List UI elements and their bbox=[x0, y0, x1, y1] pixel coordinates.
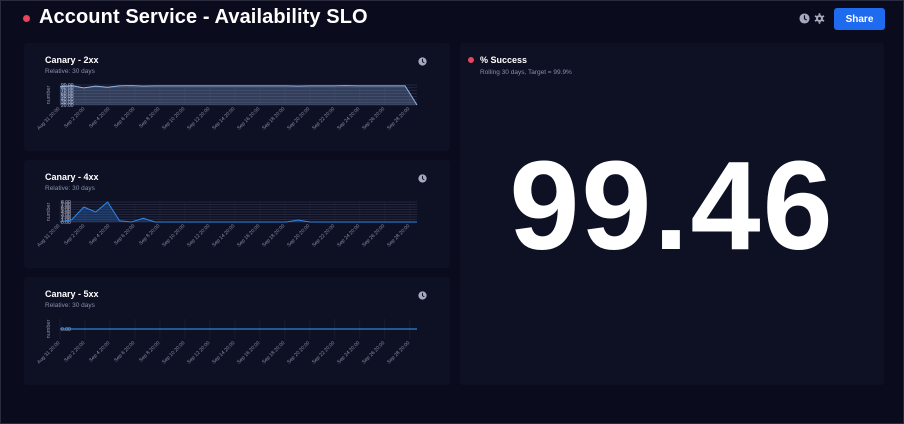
x-tick-label: Sep 12 20:00 bbox=[186, 106, 211, 131]
clock-icon[interactable] bbox=[418, 291, 427, 300]
x-tick-label: Sep 26 20:00 bbox=[361, 223, 386, 248]
page-title: Account Service - Availability SLO bbox=[39, 6, 368, 28]
x-tick-label: Sep 4 20:00 bbox=[88, 223, 111, 246]
series-area bbox=[60, 85, 417, 105]
x-tick-label: Sep 22 20:00 bbox=[311, 106, 336, 131]
y-axis-label: number bbox=[46, 86, 52, 105]
x-tick-label: Sep 20 20:00 bbox=[286, 340, 311, 365]
x-tick-label: Sep 26 20:00 bbox=[361, 106, 386, 131]
x-tick-label: Sep 2 20:00 bbox=[63, 340, 86, 363]
x-tick-label: Sep 10 20:00 bbox=[161, 223, 186, 248]
x-tick-label: Sep 28 20:00 bbox=[386, 223, 411, 248]
panel-canary-4xx: Canary - 4xx Relative: 30 days number 8.0… bbox=[24, 160, 450, 268]
x-tick-label: Sep 18 20:00 bbox=[261, 223, 286, 248]
gear-icon[interactable] bbox=[814, 13, 825, 24]
x-tick-label: Sep 16 20:00 bbox=[236, 340, 261, 365]
clock-icon[interactable] bbox=[418, 57, 427, 66]
panel-subtitle: Relative: 30 days bbox=[45, 302, 95, 309]
x-tick-label: Sep 14 20:00 bbox=[211, 223, 236, 248]
x-tick-label: Sep 14 20:00 bbox=[211, 106, 236, 131]
x-tick-label: Aug 31 20:00 bbox=[36, 106, 61, 131]
x-tick-label: Sep 8 20:00 bbox=[138, 340, 161, 363]
x-tick-label: Sep 6 20:00 bbox=[113, 340, 136, 363]
x-tick-label: Sep 22 20:00 bbox=[311, 340, 336, 365]
x-tick-label: Sep 16 20:00 bbox=[236, 223, 261, 248]
panel-title: Canary - 2xx bbox=[45, 55, 99, 65]
y-axis-label: number bbox=[46, 320, 52, 339]
x-tick-label: Sep 24 20:00 bbox=[336, 223, 361, 248]
x-tick-label: Sep 2 20:00 bbox=[63, 106, 86, 129]
x-tick-label: Sep 20 20:00 bbox=[286, 223, 311, 248]
y-axis-label: number bbox=[46, 203, 52, 222]
x-tick-label: Sep 24 20:00 bbox=[336, 106, 361, 131]
x-tick-label: Sep 18 20:00 bbox=[261, 106, 286, 131]
share-button[interactable]: Share bbox=[834, 8, 885, 30]
x-tick-label: Sep 10 20:00 bbox=[161, 340, 186, 365]
x-tick-label: Sep 28 20:00 bbox=[386, 106, 411, 131]
panel-title: % Success bbox=[480, 55, 528, 65]
x-tick-label: Sep 6 20:00 bbox=[113, 223, 136, 246]
panel-canary-2xx: Canary - 2xx Relative: 30 days number 90.… bbox=[24, 43, 450, 151]
x-tick-label: Sep 16 20:00 bbox=[236, 106, 261, 131]
x-tick-label: Aug 31 20:00 bbox=[36, 340, 61, 365]
x-tick-label: Aug 31 20:00 bbox=[36, 223, 61, 248]
panel-subtitle: Relative: 30 days bbox=[45, 68, 95, 75]
status-dot bbox=[468, 57, 474, 63]
x-tick-label: Sep 28 20:00 bbox=[386, 340, 411, 365]
clock-icon[interactable] bbox=[418, 174, 427, 183]
x-tick-label: Sep 4 20:00 bbox=[88, 340, 111, 363]
x-tick-label: Sep 14 20:00 bbox=[211, 340, 236, 365]
x-tick-label: Sep 6 20:00 bbox=[113, 106, 136, 129]
x-tick-label: Sep 22 20:00 bbox=[311, 223, 336, 248]
x-tick-label: Sep 20 20:00 bbox=[286, 106, 311, 131]
x-tick-label: Sep 24 20:00 bbox=[336, 340, 361, 365]
x-tick-label: Sep 8 20:00 bbox=[138, 223, 161, 246]
x-tick-label: Sep 12 20:00 bbox=[186, 340, 211, 365]
x-tick-label: Sep 2 20:00 bbox=[63, 223, 86, 246]
x-tick-label: Sep 18 20:00 bbox=[261, 340, 286, 365]
x-tick-label: Sep 26 20:00 bbox=[361, 340, 386, 365]
chart-canary-2xx: number 90.0080.0070.0060.0050.0040.0030.0… bbox=[36, 83, 418, 131]
y-tick-label: 0.00 bbox=[61, 327, 71, 333]
success-value: 99.46 bbox=[509, 135, 835, 276]
x-tick-label: Sep 12 20:00 bbox=[186, 223, 211, 248]
panel-title: Canary - 5xx bbox=[45, 289, 99, 299]
x-tick-label: Sep 4 20:00 bbox=[88, 106, 111, 129]
x-tick-label: Sep 8 20:00 bbox=[138, 106, 161, 129]
dashboard-header: Account Service - Availability SLO Share bbox=[1, 1, 904, 37]
clock-icon[interactable] bbox=[799, 13, 810, 24]
chart-canary-4xx: number 8.007.006.005.004.003.002.001.000.… bbox=[36, 200, 417, 248]
panel-subtitle: Relative: 30 days bbox=[45, 185, 95, 192]
chart-canary-5xx: number 0.00 Aug 31 20:00 Sep 2 20:00 Sep 4 2… bbox=[36, 319, 417, 365]
panel-canary-5xx: Canary - 5xx Relative: 30 days number 0.0… bbox=[24, 277, 450, 385]
x-tick-label: Sep 10 20:00 bbox=[161, 106, 186, 131]
panel-title: Canary - 4xx bbox=[45, 172, 99, 182]
panel-success: % Success Rolling 30 days, Target = 99.9… bbox=[460, 43, 884, 385]
status-dot bbox=[23, 15, 30, 22]
panel-subtitle: Rolling 30 days, Target = 99.9% bbox=[480, 69, 572, 76]
